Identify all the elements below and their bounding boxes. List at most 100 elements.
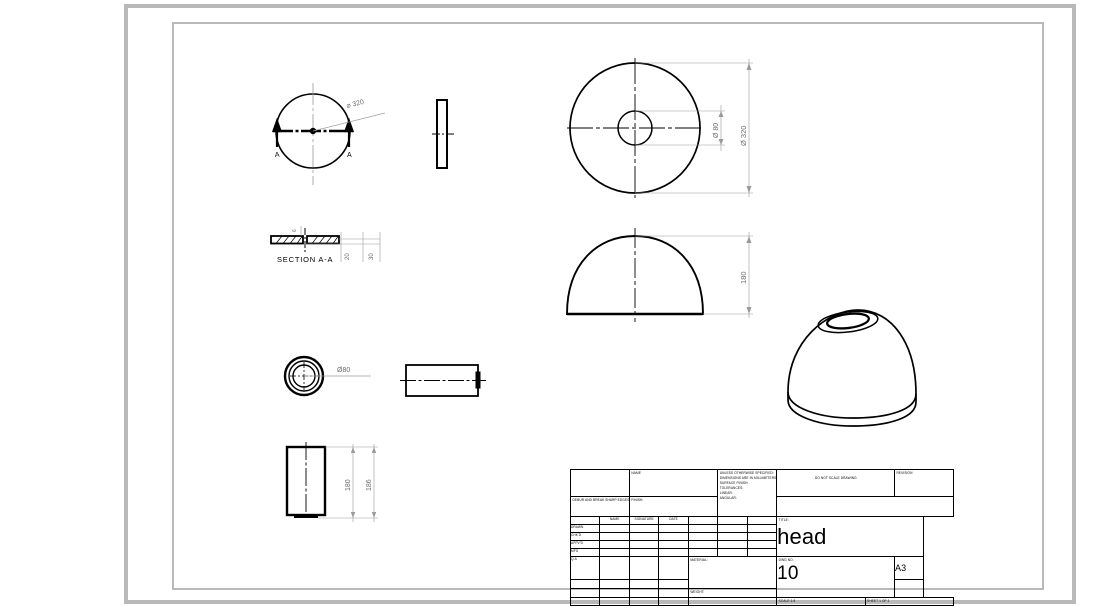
tb-material-label: MATERIAL:: [690, 558, 708, 562]
tb-qa-name[interactable]: [599, 556, 630, 580]
tb-appvd-name[interactable]: [599, 540, 630, 549]
tb-mfg-e2: [717, 548, 748, 557]
tb-scale-cell: SCALE:1:8: [776, 597, 866, 606]
tb-sheetsize-blank: [893, 579, 925, 598]
tb-qa2-c[interactable]: [628, 579, 660, 589]
tb-title-label: TITLE:: [778, 518, 789, 522]
diameter-label-320-a: ⌀ 320: [346, 99, 365, 110]
tb-bot-d: [658, 597, 689, 606]
front-height-dim: 180: [739, 271, 748, 284]
tb-sheet-cell: SHEET 1 OF 1: [864, 597, 955, 606]
inner-diameter-label: Ø 80: [713, 123, 720, 138]
tb-row-mfg: MFG: [569, 548, 601, 557]
tb-weight-value-cell: [687, 597, 778, 606]
section-a-a: 6 20 30 SECTION A-A: [255, 222, 395, 276]
plate-edge-view: [424, 92, 468, 176]
tb-qa3-c[interactable]: [628, 588, 660, 598]
tb-qa2-b[interactable]: [599, 579, 630, 589]
tb-dwgno-cell: DWG NO. 10: [776, 556, 895, 598]
tb-drawn-name[interactable]: [599, 524, 630, 533]
tb-title-cell: TITLE: head: [776, 516, 925, 557]
tb-col-e2: [717, 516, 748, 525]
tb-drawn-sign[interactable]: [628, 524, 660, 533]
tb-logo-cell[interactable]: [570, 469, 630, 497]
tb-qa3-a: [569, 588, 601, 598]
tb-debur-cell: DEBUR AND BREAK SHARP EDGES: [570, 496, 630, 517]
section-letter-left: A: [274, 152, 280, 159]
tb-qa-sign[interactable]: [628, 556, 660, 580]
outer-diameter-label: Ø 320: [739, 126, 748, 146]
tb-finish-cell[interactable]: FINISH:: [628, 496, 719, 517]
tb-row-chkd: CHK'D: [569, 532, 601, 541]
sectioned-top-view: A A ⌀ 320: [255, 75, 395, 195]
tb-chkd-e3: [746, 532, 778, 541]
section-thickness-dim: 6: [292, 229, 298, 232]
front-view: 180: [555, 222, 770, 332]
tb-weight-cell: WEIGHT:: [687, 588, 778, 598]
tb-unless-note: UNLESS OTHERWISE SPECIFIED: DIMENSIONS A…: [717, 469, 778, 517]
tb-appvd-sign[interactable]: [628, 540, 660, 549]
tb-row-appvd: APPV'D: [569, 540, 601, 549]
tb-row-drawn: DRAWN: [569, 524, 601, 533]
tb-drawn-e1: [687, 524, 719, 533]
tb-revision[interactable]: REVISION: [893, 469, 955, 497]
tb-col-name: NAME: [599, 516, 630, 525]
tb-mfg-sign[interactable]: [628, 548, 660, 557]
top-view: Ø 80 Ø 320: [555, 48, 770, 213]
tb-mfg-name[interactable]: [599, 548, 630, 557]
tb-dwgno-label: DWG NO.: [778, 558, 794, 562]
tb-revision-label: REVISION: [896, 471, 913, 475]
isometric-view: [780, 300, 960, 435]
section-dim-20: 20: [345, 253, 351, 260]
tb-col-date: DATE: [658, 516, 689, 525]
left-side-view: 180 186: [278, 438, 388, 528]
tb-qa3-b[interactable]: [599, 588, 630, 598]
tb-blank-top-right: [776, 496, 954, 517]
tb-scale-label: SCALE:1:8: [778, 599, 796, 603]
tb-appvd-e2: [717, 540, 748, 549]
section-caption: SECTION A-A: [277, 255, 333, 264]
tb-appvd-date[interactable]: [658, 540, 689, 549]
tb-chkd-sign[interactable]: [628, 532, 660, 541]
tb-do-not-scale: DO NOT SCALE DRAWING: [776, 469, 895, 497]
tb-weight-label: WEIGHT:: [690, 590, 705, 594]
tb-sheet-label: SHEET 1 OF 1: [867, 599, 890, 603]
tb-chkd-name[interactable]: [599, 532, 630, 541]
section-letter-right: A: [347, 152, 352, 159]
tb-col-e3: [746, 516, 778, 525]
side-dim-186: 186: [366, 479, 373, 491]
tb-dwgno-value: 10: [777, 563, 799, 584]
tb-appvd-e1: [687, 540, 719, 549]
tb-material-cell[interactable]: MATERIAL:: [687, 556, 778, 589]
tb-finish-label: FINISH:: [631, 498, 644, 502]
tb-qa3-d[interactable]: [658, 588, 689, 598]
boss-circle-view: Ø80: [275, 350, 385, 405]
tb-unless-l6: ANGULAR:: [719, 496, 737, 500]
tb-do-not-scale-label: DO NOT SCALE DRAWING: [814, 476, 857, 480]
tb-row-qa: Q.A: [569, 556, 601, 580]
tb-bot-a: [569, 597, 601, 606]
boss-diameter-label: Ø80: [337, 367, 350, 374]
tb-debur-label: DEBUR AND BREAK SHARP EDGES: [572, 498, 630, 502]
tb-appvd-e3: [746, 540, 778, 549]
tb-unless-l2: DIMENSIONS ARE IN MILLIMETERS: [719, 476, 777, 480]
tb-mfg-e3: [746, 548, 778, 557]
tb-name-cell[interactable]: NAME: [628, 469, 719, 497]
tb-qa2-a: [569, 579, 601, 589]
tb-bot-b: [599, 597, 630, 606]
tb-name-label: NAME: [631, 471, 642, 475]
tb-unless-l1: UNLESS OTHERWISE SPECIFIED:: [719, 471, 774, 475]
tb-drawn-e3: [746, 524, 778, 533]
tb-chkd-e1: [687, 532, 719, 541]
tb-chkd-date[interactable]: [658, 532, 689, 541]
title-block: NAME UNLESS OTHERWISE SPECIFIED: DIMENSI…: [569, 469, 955, 606]
tb-col-e1: [687, 516, 719, 525]
tb-qa2-d[interactable]: [658, 579, 689, 589]
tb-col-signature: SIGNATURE: [628, 516, 660, 525]
side-dim-180: 180: [345, 479, 352, 491]
drawing-sheet: A A ⌀ 320 6 20 30 SECTION A-A Ø 80 Ø 320…: [0, 0, 1098, 613]
tb-bot-c: [628, 597, 660, 606]
tb-drawn-date[interactable]: [658, 524, 689, 533]
tb-qa-date[interactable]: [658, 556, 689, 580]
tb-mfg-date[interactable]: [658, 548, 689, 557]
